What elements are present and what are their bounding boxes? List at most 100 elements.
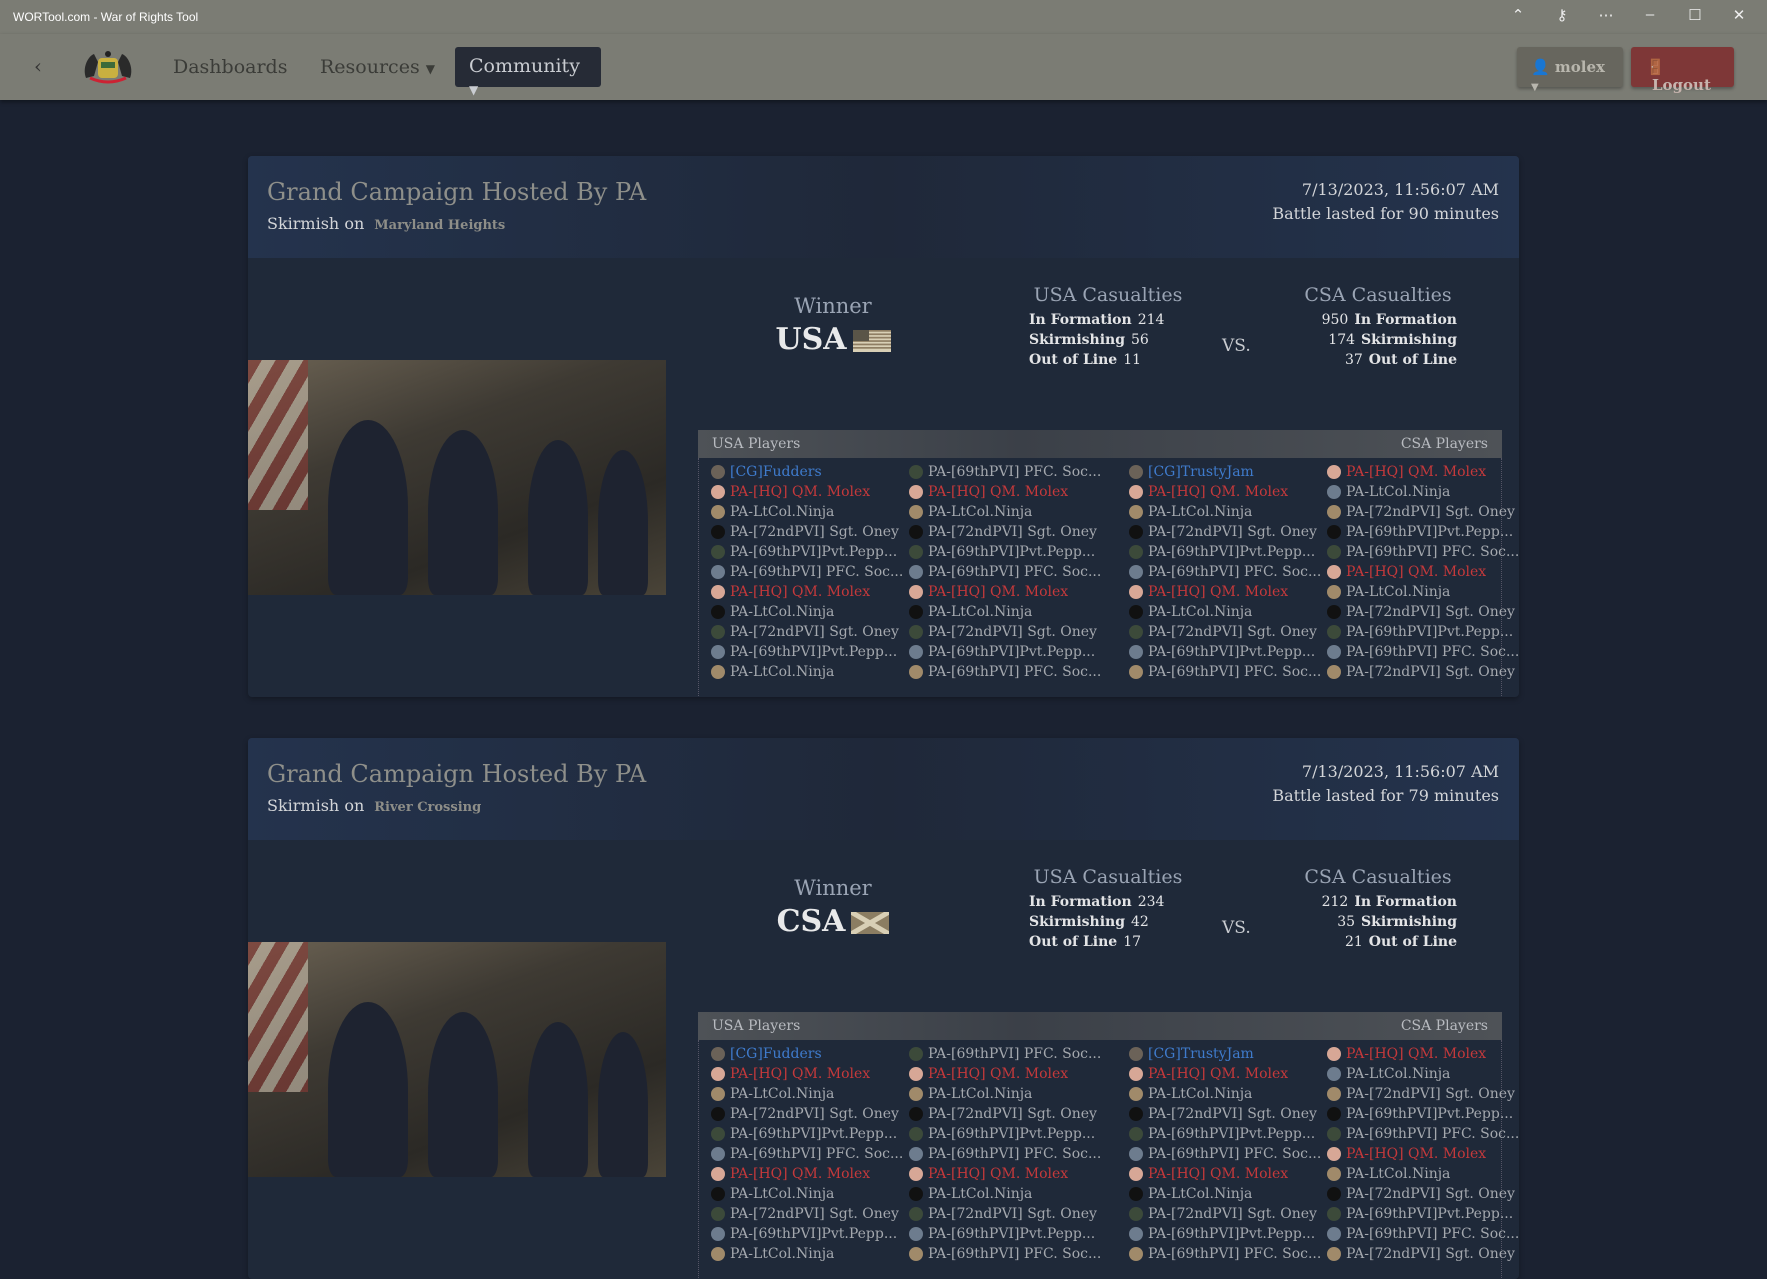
player-item[interactable]: PA-[69thPVI] PFC. Soc... bbox=[909, 1144, 1101, 1164]
player-item[interactable]: PA-[HQ] QM. Molex bbox=[711, 1164, 903, 1184]
player-name[interactable]: PA-[69thPVI] PFC. Soc... bbox=[1148, 1146, 1321, 1162]
player-name[interactable]: PA-[69thPVI]Pvt.Pepp... bbox=[730, 544, 897, 560]
players-list[interactable]: [CG]Fudders PA-[HQ] QM. Molex PA-LtCol.Nin… bbox=[698, 458, 1519, 697]
player-name[interactable]: PA-[69thPVI]Pvt.Pepp... bbox=[1346, 1206, 1513, 1222]
player-name[interactable]: PA-[72ndPVI] Sgt. Oney bbox=[1148, 1106, 1317, 1122]
player-item[interactable]: PA-LtCol.Ninja bbox=[1129, 1084, 1321, 1104]
player-name[interactable]: PA-LtCol.Ninja bbox=[1346, 1166, 1450, 1182]
player-item[interactable]: PA-[72ndPVI] Sgt. Oney bbox=[909, 522, 1101, 542]
player-name[interactable]: PA-[HQ] QM. Molex bbox=[730, 484, 870, 500]
player-item[interactable]: PA-[HQ] QM. Molex bbox=[1129, 582, 1321, 602]
player-name[interactable]: PA-[HQ] QM. Molex bbox=[1346, 564, 1486, 580]
player-item[interactable]: PA-[69thPVI] PFC. Soc... bbox=[909, 562, 1101, 582]
player-item[interactable]: PA-[HQ] QM. Molex bbox=[909, 1164, 1101, 1184]
player-name[interactable]: PA-[72ndPVI] Sgt. Oney bbox=[730, 1206, 899, 1222]
player-name[interactable]: PA-[HQ] QM. Molex bbox=[928, 1066, 1068, 1082]
player-name[interactable]: PA-[72ndPVI] Sgt. Oney bbox=[730, 624, 899, 640]
nav-community[interactable]: Community ▼ bbox=[455, 47, 601, 97]
player-item[interactable]: PA-[69thPVI]Pvt.Pepp... bbox=[1129, 1124, 1321, 1144]
player-name[interactable]: PA-[72ndPVI] Sgt. Oney bbox=[1346, 504, 1515, 520]
player-item[interactable]: PA-LtCol.Ninja bbox=[909, 502, 1101, 522]
player-item[interactable]: PA-[72ndPVI] Sgt. Oney bbox=[1129, 1104, 1321, 1124]
player-item[interactable]: PA-[72ndPVI] Sgt. Oney bbox=[1327, 1084, 1519, 1104]
player-item[interactable]: PA-[69thPVI] PFC. Soc... bbox=[1129, 662, 1321, 682]
player-name[interactable]: [CG]Fudders bbox=[730, 464, 822, 480]
player-item[interactable]: PA-[HQ] QM. Molex bbox=[1327, 462, 1519, 482]
player-name[interactable]: PA-[72ndPVI] Sgt. Oney bbox=[730, 1106, 899, 1122]
player-item[interactable]: PA-LtCol.Ninja bbox=[711, 1244, 903, 1264]
logout-button[interactable]: 🚪 Logout bbox=[1631, 47, 1734, 94]
player-item[interactable]: PA-[69thPVI] PFC. Soc... bbox=[1327, 1124, 1519, 1144]
player-item[interactable]: PA-[72ndPVI] Sgt. Oney bbox=[711, 1104, 903, 1124]
player-name[interactable]: PA-[69thPVI]Pvt.Pepp... bbox=[1148, 1226, 1315, 1242]
player-name[interactable]: PA-[72ndPVI] Sgt. Oney bbox=[928, 1206, 1097, 1222]
player-item[interactable]: PA-[69thPVI]Pvt.Pepp... bbox=[711, 1124, 903, 1144]
player-item[interactable]: PA-[69thPVI] PFC. Soc... bbox=[711, 1144, 903, 1164]
player-name[interactable]: PA-LtCol.Ninja bbox=[730, 504, 834, 520]
close-icon[interactable]: ✕ bbox=[1724, 6, 1754, 24]
player-name[interactable]: PA-[HQ] QM. Molex bbox=[928, 584, 1068, 600]
player-name[interactable]: PA-[69thPVI] PFC. Soc... bbox=[730, 1146, 903, 1162]
player-item[interactable]: PA-[HQ] QM. Molex bbox=[1327, 1144, 1519, 1164]
player-name[interactable]: PA-[69thPVI]Pvt.Pepp... bbox=[1346, 624, 1513, 640]
player-name[interactable]: PA-[72ndPVI] Sgt. Oney bbox=[1346, 664, 1515, 680]
player-item[interactable]: PA-LtCol.Ninja bbox=[711, 502, 903, 522]
player-name[interactable]: [CG]TrustyJam bbox=[1148, 464, 1254, 480]
player-name[interactable]: PA-[72ndPVI] Sgt. Oney bbox=[1346, 1186, 1515, 1202]
player-name[interactable]: PA-[69thPVI]Pvt.Pepp... bbox=[928, 1226, 1095, 1242]
player-item[interactable]: [CG]TrustyJam bbox=[1129, 462, 1321, 482]
player-name[interactable]: PA-[HQ] QM. Molex bbox=[928, 1166, 1068, 1182]
player-name[interactable]: PA-[69thPVI]Pvt.Pepp... bbox=[1346, 524, 1513, 540]
player-name[interactable]: PA-[69thPVI]Pvt.Pepp... bbox=[730, 644, 897, 660]
player-name[interactable]: PA-[69thPVI] PFC. Soc... bbox=[928, 564, 1101, 580]
player-name[interactable]: PA-LtCol.Ninja bbox=[730, 604, 834, 620]
player-item[interactable]: [CG]Fudders bbox=[711, 462, 903, 482]
chevron-up-icon[interactable]: ⌃ bbox=[1503, 6, 1533, 24]
player-name[interactable]: PA-[69thPVI] PFC. Soc... bbox=[1148, 1246, 1321, 1262]
player-name[interactable]: PA-LtCol.Ninja bbox=[1346, 1066, 1450, 1082]
player-name[interactable]: PA-LtCol.Ninja bbox=[730, 1186, 834, 1202]
player-name[interactable]: PA-LtCol.Ninja bbox=[928, 1086, 1032, 1102]
player-name[interactable]: PA-[69thPVI] PFC. Soc... bbox=[730, 564, 903, 580]
player-item[interactable]: PA-[72ndPVI] Sgt. Oney bbox=[1129, 622, 1321, 642]
map-name[interactable]: Maryland Heights bbox=[374, 218, 505, 233]
nav-resources[interactable]: Resources ▼ bbox=[320, 56, 435, 78]
player-name[interactable]: PA-[72ndPVI] Sgt. Oney bbox=[1346, 604, 1515, 620]
player-name[interactable]: PA-[72ndPVI] Sgt. Oney bbox=[1346, 1246, 1515, 1262]
player-name[interactable]: [CG]Fudders bbox=[730, 1046, 822, 1062]
player-item[interactable]: PA-[HQ] QM. Molex bbox=[1327, 1044, 1519, 1064]
player-item[interactable]: PA-[69thPVI]Pvt.Pepp... bbox=[1129, 642, 1321, 662]
player-item[interactable]: PA-[69thPVI]Pvt.Pepp... bbox=[909, 542, 1101, 562]
player-item[interactable]: PA-[HQ] QM. Molex bbox=[1129, 482, 1321, 502]
player-item[interactable]: PA-LtCol.Ninja bbox=[1327, 1164, 1519, 1184]
player-item[interactable]: PA-[69thPVI] PFC. Soc... bbox=[1327, 642, 1519, 662]
player-item[interactable]: PA-LtCol.Ninja bbox=[711, 1184, 903, 1204]
player-item[interactable]: PA-[69thPVI]Pvt.Pepp... bbox=[1327, 622, 1519, 642]
player-item[interactable]: PA-[HQ] QM. Molex bbox=[1129, 1164, 1321, 1184]
player-item[interactable]: PA-[69thPVI]Pvt.Pepp... bbox=[1327, 522, 1519, 542]
player-item[interactable]: PA-[69thPVI]Pvt.Pepp... bbox=[909, 1224, 1101, 1244]
player-name[interactable]: PA-LtCol.Ninja bbox=[1148, 1086, 1252, 1102]
player-item[interactable]: PA-[69thPVI]Pvt.Pepp... bbox=[711, 542, 903, 562]
player-name[interactable]: PA-[72ndPVI] Sgt. Oney bbox=[1346, 1086, 1515, 1102]
player-name[interactable]: PA-[HQ] QM. Molex bbox=[730, 1066, 870, 1082]
nav-dashboards[interactable]: Dashboards bbox=[173, 56, 287, 78]
player-item[interactable]: PA-[72ndPVI] Sgt. Oney bbox=[1129, 1204, 1321, 1224]
player-item[interactable]: PA-[69thPVI]Pvt.Pepp... bbox=[1129, 1224, 1321, 1244]
player-name[interactable]: PA-[HQ] QM. Molex bbox=[1346, 1146, 1486, 1162]
player-item[interactable]: PA-LtCol.Ninja bbox=[1327, 1064, 1519, 1084]
player-item[interactable]: PA-[HQ] QM. Molex bbox=[711, 482, 903, 502]
player-item[interactable]: PA-LtCol.Ninja bbox=[1327, 582, 1519, 602]
player-item[interactable]: PA-[72ndPVI] Sgt. Oney bbox=[1327, 602, 1519, 622]
player-item[interactable]: PA-[69thPVI] PFC. Soc... bbox=[909, 1244, 1101, 1264]
key-icon[interactable]: ⚷ bbox=[1547, 6, 1577, 24]
player-name[interactable]: PA-[69thPVI]Pvt.Pepp... bbox=[928, 644, 1095, 660]
player-item[interactable]: PA-LtCol.Ninja bbox=[1327, 482, 1519, 502]
back-chevron-icon[interactable]: ‹ bbox=[34, 54, 42, 78]
player-name[interactable]: PA-[HQ] QM. Molex bbox=[730, 1166, 870, 1182]
player-name[interactable]: PA-[HQ] QM. Molex bbox=[1346, 1046, 1486, 1062]
player-item[interactable]: PA-[69thPVI] PFC. Soc... bbox=[1129, 562, 1321, 582]
player-name[interactable]: PA-LtCol.Ninja bbox=[1346, 584, 1450, 600]
player-item[interactable]: PA-LtCol.Ninja bbox=[909, 1084, 1101, 1104]
player-item[interactable]: PA-[HQ] QM. Molex bbox=[711, 582, 903, 602]
